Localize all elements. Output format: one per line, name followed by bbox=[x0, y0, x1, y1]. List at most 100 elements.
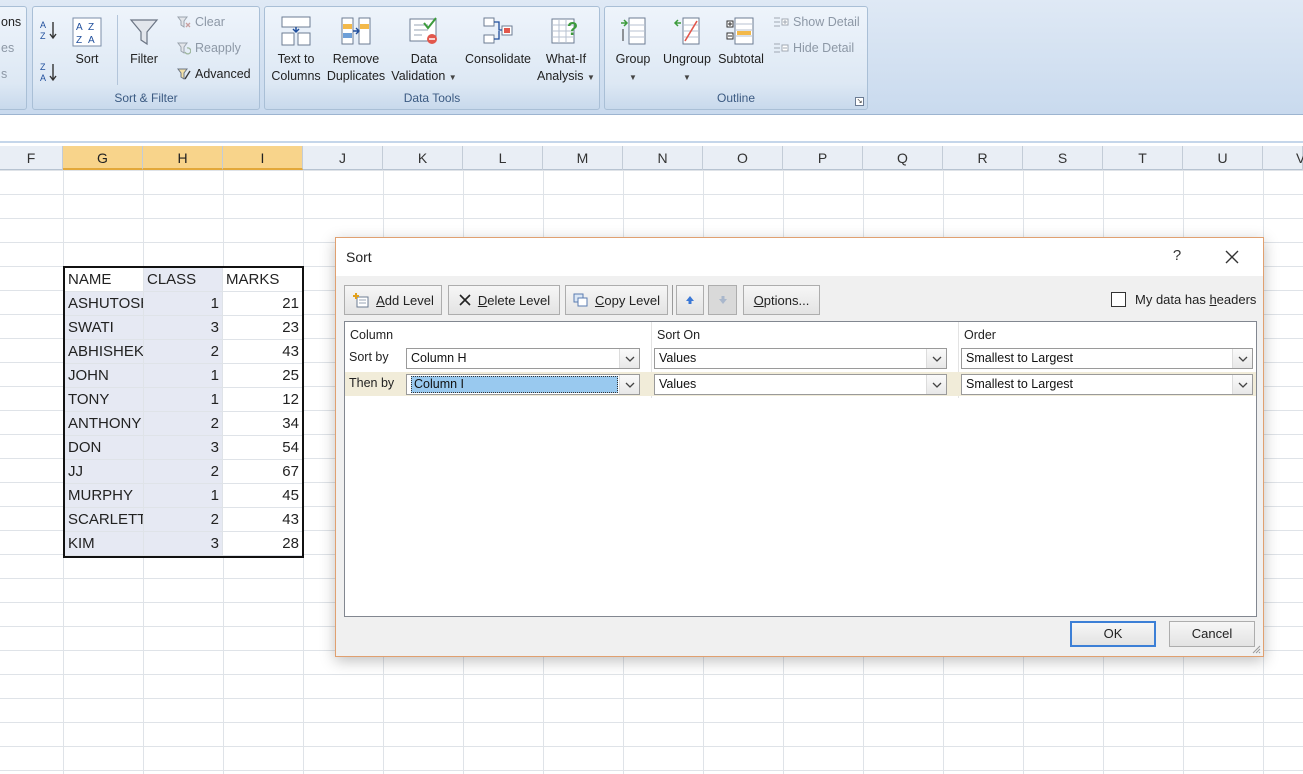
cell-class[interactable]: 1 bbox=[144, 292, 223, 316]
column-header-n[interactable]: N bbox=[623, 146, 703, 170]
cell-name[interactable]: JOHN bbox=[65, 364, 144, 388]
sort-za-button[interactable]: ZA bbox=[39, 62, 59, 83]
delete-level-button[interactable]: Delete Level bbox=[448, 285, 560, 315]
close-button[interactable] bbox=[1220, 246, 1244, 268]
column-header-r[interactable]: R bbox=[943, 146, 1023, 170]
edit-links-cut-label[interactable]: es bbox=[1, 39, 14, 57]
connections-cut-label[interactable]: ons bbox=[1, 13, 21, 31]
cell-class[interactable]: 1 bbox=[144, 364, 223, 388]
options-button[interactable]: Options... bbox=[743, 285, 820, 315]
column-header-h[interactable]: H bbox=[143, 146, 223, 170]
cell-name[interactable]: ANTHONY bbox=[65, 412, 144, 436]
then-by-order-select[interactable]: Smallest to Largest bbox=[961, 374, 1253, 395]
then-by-sort-on-select[interactable]: Values bbox=[654, 374, 947, 395]
header-cell-name[interactable]: NAME bbox=[65, 268, 144, 292]
cell-name[interactable]: JJ bbox=[65, 460, 144, 484]
clear-button[interactable]: Clear bbox=[177, 13, 225, 31]
cell-name[interactable]: KIM bbox=[65, 532, 144, 556]
cell-class[interactable]: 1 bbox=[144, 484, 223, 508]
move-up-button[interactable] bbox=[676, 285, 704, 315]
column-header-f[interactable]: F bbox=[0, 146, 63, 170]
cell-name[interactable]: ASHUTOSH bbox=[65, 292, 144, 316]
table-row: TONY 1 12 bbox=[65, 388, 302, 412]
cell-class[interactable]: 2 bbox=[144, 412, 223, 436]
cell-name[interactable]: DON bbox=[65, 436, 144, 460]
sort-az-button[interactable]: AZ bbox=[39, 20, 59, 41]
svg-text:A: A bbox=[40, 73, 46, 83]
cell-class[interactable]: 3 bbox=[144, 316, 223, 340]
cell-class[interactable]: 2 bbox=[144, 340, 223, 364]
cell-marks[interactable]: 45 bbox=[223, 484, 302, 508]
what-if-analysis-button[interactable]: ? What-If Analysis ▼ bbox=[533, 15, 599, 86]
sort-by-order-value: Smallest to Largest bbox=[966, 351, 1073, 365]
reapply-button[interactable]: Reapply bbox=[177, 39, 241, 57]
resize-grip-icon[interactable] bbox=[1251, 644, 1261, 654]
cell-name[interactable]: ABHISHEK bbox=[65, 340, 144, 364]
column-header-v[interactable]: V bbox=[1263, 146, 1303, 170]
cell-marks[interactable]: 34 bbox=[223, 412, 302, 436]
column-header-u[interactable]: U bbox=[1183, 146, 1263, 170]
column-header-l[interactable]: L bbox=[463, 146, 543, 170]
sort-by-order-select[interactable]: Smallest to Largest bbox=[961, 348, 1253, 369]
header-cell-marks[interactable]: MARKS bbox=[223, 268, 302, 292]
sort-button[interactable]: AZZA Sort bbox=[71, 17, 103, 68]
column-header-o[interactable]: O bbox=[703, 146, 783, 170]
cell-class[interactable]: 3 bbox=[144, 532, 223, 556]
cell-name[interactable]: SCARLETT bbox=[65, 508, 144, 532]
cell-name[interactable]: MURPHY bbox=[65, 484, 144, 508]
remove-duplicates-button[interactable]: Remove Duplicates bbox=[323, 15, 389, 85]
column-header-j[interactable]: J bbox=[303, 146, 383, 170]
then-by-level-row[interactable]: Then by Column I Values Smallest to Larg… bbox=[345, 372, 1256, 396]
cell-class[interactable]: 1 bbox=[144, 388, 223, 412]
ungroup-button[interactable]: Ungroup ▼ bbox=[659, 15, 715, 86]
add-level-button[interactable]: Add Level bbox=[344, 285, 442, 315]
move-down-button[interactable] bbox=[708, 285, 737, 315]
options-label: Options... bbox=[753, 292, 810, 308]
hide-detail-button[interactable]: Hide Detail bbox=[773, 39, 854, 57]
cell-marks[interactable]: 12 bbox=[223, 388, 302, 412]
cell-marks[interactable]: 67 bbox=[223, 460, 302, 484]
header-cell-class[interactable]: CLASS bbox=[144, 268, 223, 292]
dialog-title-bar[interactable]: Sort ? bbox=[336, 238, 1263, 276]
cell-marks[interactable]: 28 bbox=[223, 532, 302, 556]
cell-marks[interactable]: 25 bbox=[223, 364, 302, 388]
column-header-g[interactable]: G bbox=[63, 146, 143, 170]
cell-name[interactable]: TONY bbox=[65, 388, 144, 412]
filter-button[interactable]: Filter bbox=[126, 17, 162, 68]
cell-class[interactable]: 2 bbox=[144, 460, 223, 484]
column-header-q[interactable]: Q bbox=[863, 146, 943, 170]
cell-marks[interactable]: 43 bbox=[223, 340, 302, 364]
then-by-column-select[interactable]: Column I bbox=[406, 374, 640, 395]
outline-dialog-launcher-icon[interactable]: ↘ bbox=[855, 97, 864, 106]
cell-class[interactable]: 2 bbox=[144, 508, 223, 532]
column-header-i[interactable]: I bbox=[223, 146, 303, 170]
cell-class[interactable]: 3 bbox=[144, 436, 223, 460]
cell-marks[interactable]: 21 bbox=[223, 292, 302, 316]
copy-level-button[interactable]: Copy Level bbox=[565, 285, 668, 315]
sort-level-row[interactable]: Sort by Column H Values Smallest to Larg… bbox=[345, 346, 1256, 370]
help-button[interactable]: ? bbox=[1168, 247, 1186, 267]
advanced-button[interactable]: Advanced bbox=[177, 65, 251, 83]
column-header-p[interactable]: P bbox=[783, 146, 863, 170]
cell-marks[interactable]: 43 bbox=[223, 508, 302, 532]
column-header-t[interactable]: T bbox=[1103, 146, 1183, 170]
group-button[interactable]: Group ▼ bbox=[609, 15, 657, 86]
show-detail-button[interactable]: Show Detail bbox=[773, 13, 860, 31]
my-data-has-headers-checkbox[interactable] bbox=[1111, 292, 1126, 307]
cell-marks[interactable]: 23 bbox=[223, 316, 302, 340]
properties-cut-label[interactable]: s bbox=[1, 65, 7, 83]
reapply-icon bbox=[177, 42, 191, 55]
ok-button[interactable]: OK bbox=[1070, 621, 1156, 647]
cancel-button[interactable]: Cancel bbox=[1169, 621, 1255, 647]
consolidate-button[interactable]: Consolidate bbox=[461, 15, 535, 68]
column-header-m[interactable]: M bbox=[543, 146, 623, 170]
text-to-columns-button[interactable]: Text to Columns bbox=[267, 15, 325, 85]
cell-marks[interactable]: 54 bbox=[223, 436, 302, 460]
subtotal-button[interactable]: Subtotal bbox=[715, 15, 767, 68]
sort-by-sort-on-select[interactable]: Values bbox=[654, 348, 947, 369]
column-header-s[interactable]: S bbox=[1023, 146, 1103, 170]
sort-by-column-select[interactable]: Column H bbox=[406, 348, 640, 369]
column-header-k[interactable]: K bbox=[383, 146, 463, 170]
data-validation-button[interactable]: Data Validation ▼ bbox=[391, 15, 457, 86]
cell-name[interactable]: SWATI bbox=[65, 316, 144, 340]
